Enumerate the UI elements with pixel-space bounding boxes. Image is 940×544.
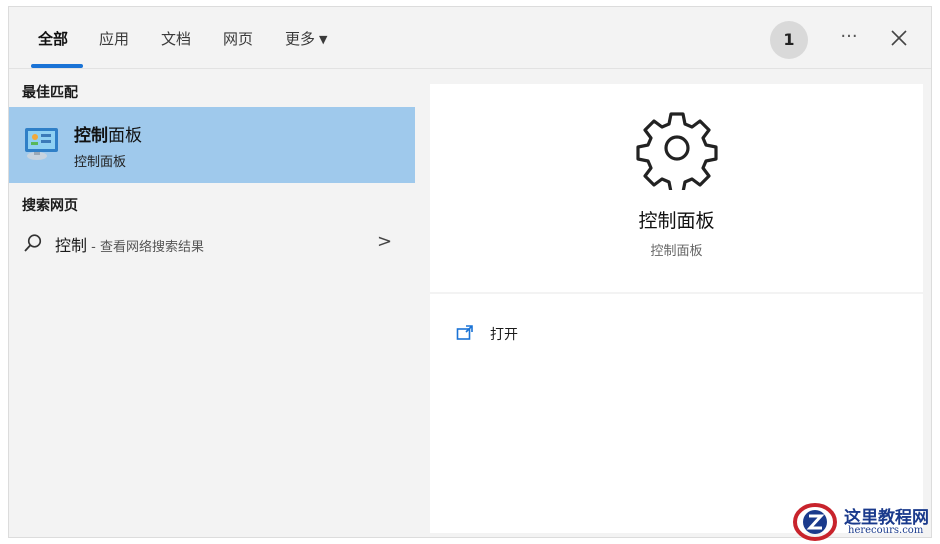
tab-all[interactable]: 全部 [38, 27, 68, 51]
web-search-heading: 搜索网页 [22, 198, 78, 214]
more-options-button[interactable]: ··· [835, 25, 863, 53]
best-match-title-highlight: 控制 [74, 126, 108, 146]
best-match-title: 控制面板 [74, 121, 142, 146]
close-icon [891, 30, 907, 46]
tab-more[interactable]: 更多 ▼ [285, 27, 327, 51]
search-window: 全部 应用 文档 网页 更多 ▼ 1 ··· 最佳匹配 控制面板 控制面板 搜索… [8, 6, 932, 538]
preview-panel: 控制面板 控制面板 [430, 84, 923, 292]
tab-web[interactable]: 网页 [223, 27, 253, 51]
web-search-query: 控制 - 查看网络搜索结果 [55, 232, 204, 256]
close-button[interactable] [883, 22, 915, 54]
preview-title: 控制面板 [638, 210, 715, 232]
web-search-hint: - 查看网络搜索结果 [87, 240, 204, 255]
preview-subtitle: 控制面板 [650, 244, 703, 259]
active-tab-indicator [31, 64, 83, 68]
gear-icon [636, 112, 718, 190]
notification-badge[interactable]: 1 [770, 21, 808, 59]
open-icon [456, 325, 473, 340]
watermark: 这里教程网 herecours.com [792, 500, 940, 544]
tab-apps[interactable]: 应用 [99, 27, 129, 51]
tab-more-label: 更多 [285, 30, 316, 48]
best-match-subtitle: 控制面板 [74, 155, 127, 170]
search-icon [24, 234, 42, 252]
watermark-url: herecours.com [848, 525, 924, 536]
chevron-right-icon[interactable]: > [377, 231, 392, 252]
actions-panel: 打开 [430, 294, 923, 533]
best-match-heading: 最佳匹配 [22, 85, 78, 101]
open-action-label: 打开 [490, 327, 518, 343]
ellipsis-icon: ··· [840, 26, 858, 47]
caret-down-icon: ▼ [319, 33, 328, 46]
tab-documents[interactable]: 文档 [161, 27, 191, 51]
web-search-term: 控制 [55, 236, 88, 255]
control-panel-icon [25, 128, 58, 160]
watermark-logo-icon [793, 503, 837, 541]
best-match-item[interactable]: 控制面板 控制面板 [9, 107, 415, 183]
web-search-item[interactable]: 控制 - 查看网络搜索结果 > [9, 225, 415, 261]
tab-bar: 全部 应用 文档 网页 更多 ▼ 1 ··· [9, 7, 931, 69]
best-match-title-rest: 面板 [108, 126, 142, 146]
